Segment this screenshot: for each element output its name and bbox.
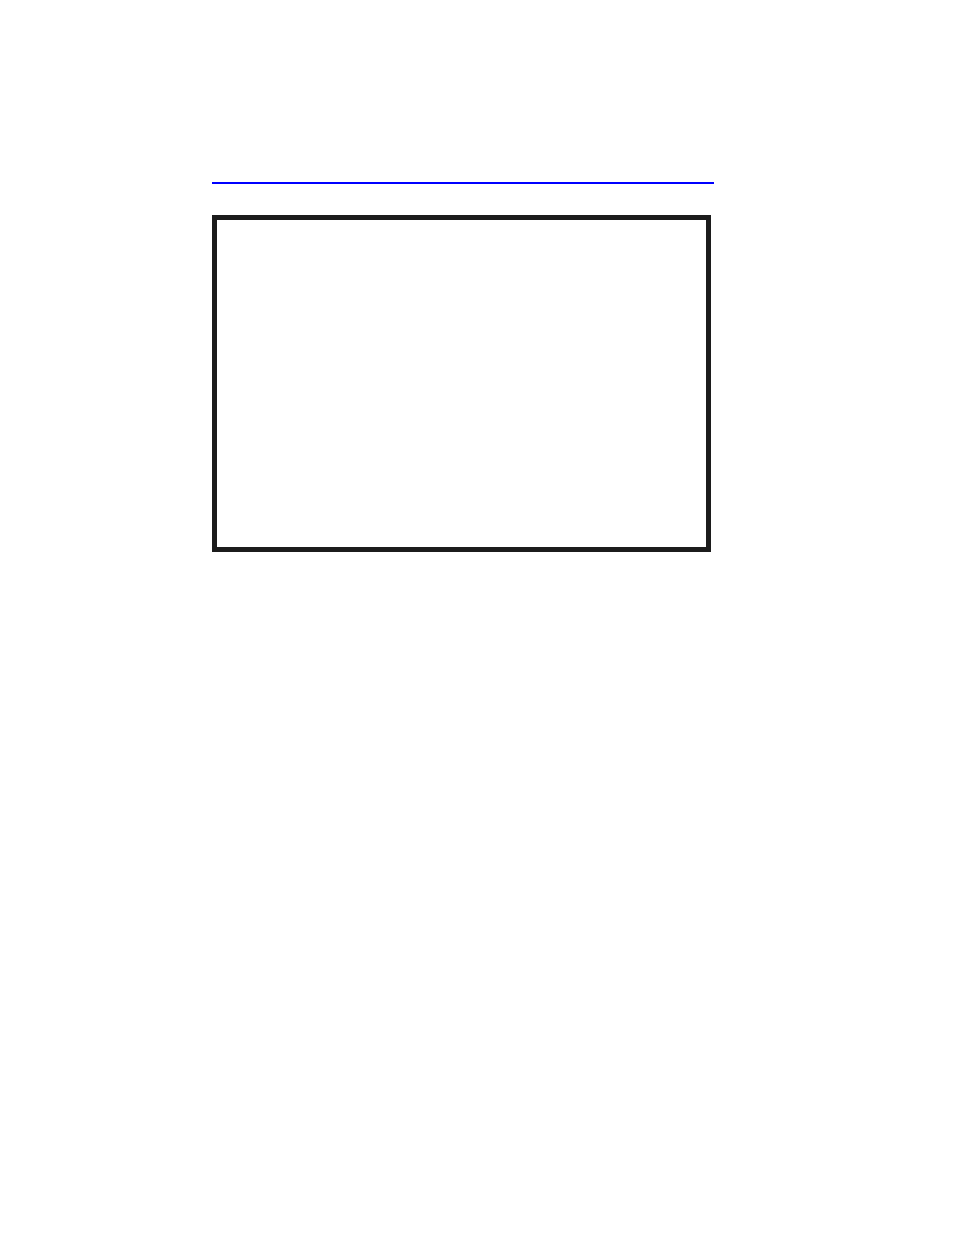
horizontal-rule-link[interactable] — [212, 182, 714, 184]
figure-border — [212, 215, 711, 552]
figure-frame — [212, 215, 711, 552]
document-page — [0, 0, 954, 1235]
